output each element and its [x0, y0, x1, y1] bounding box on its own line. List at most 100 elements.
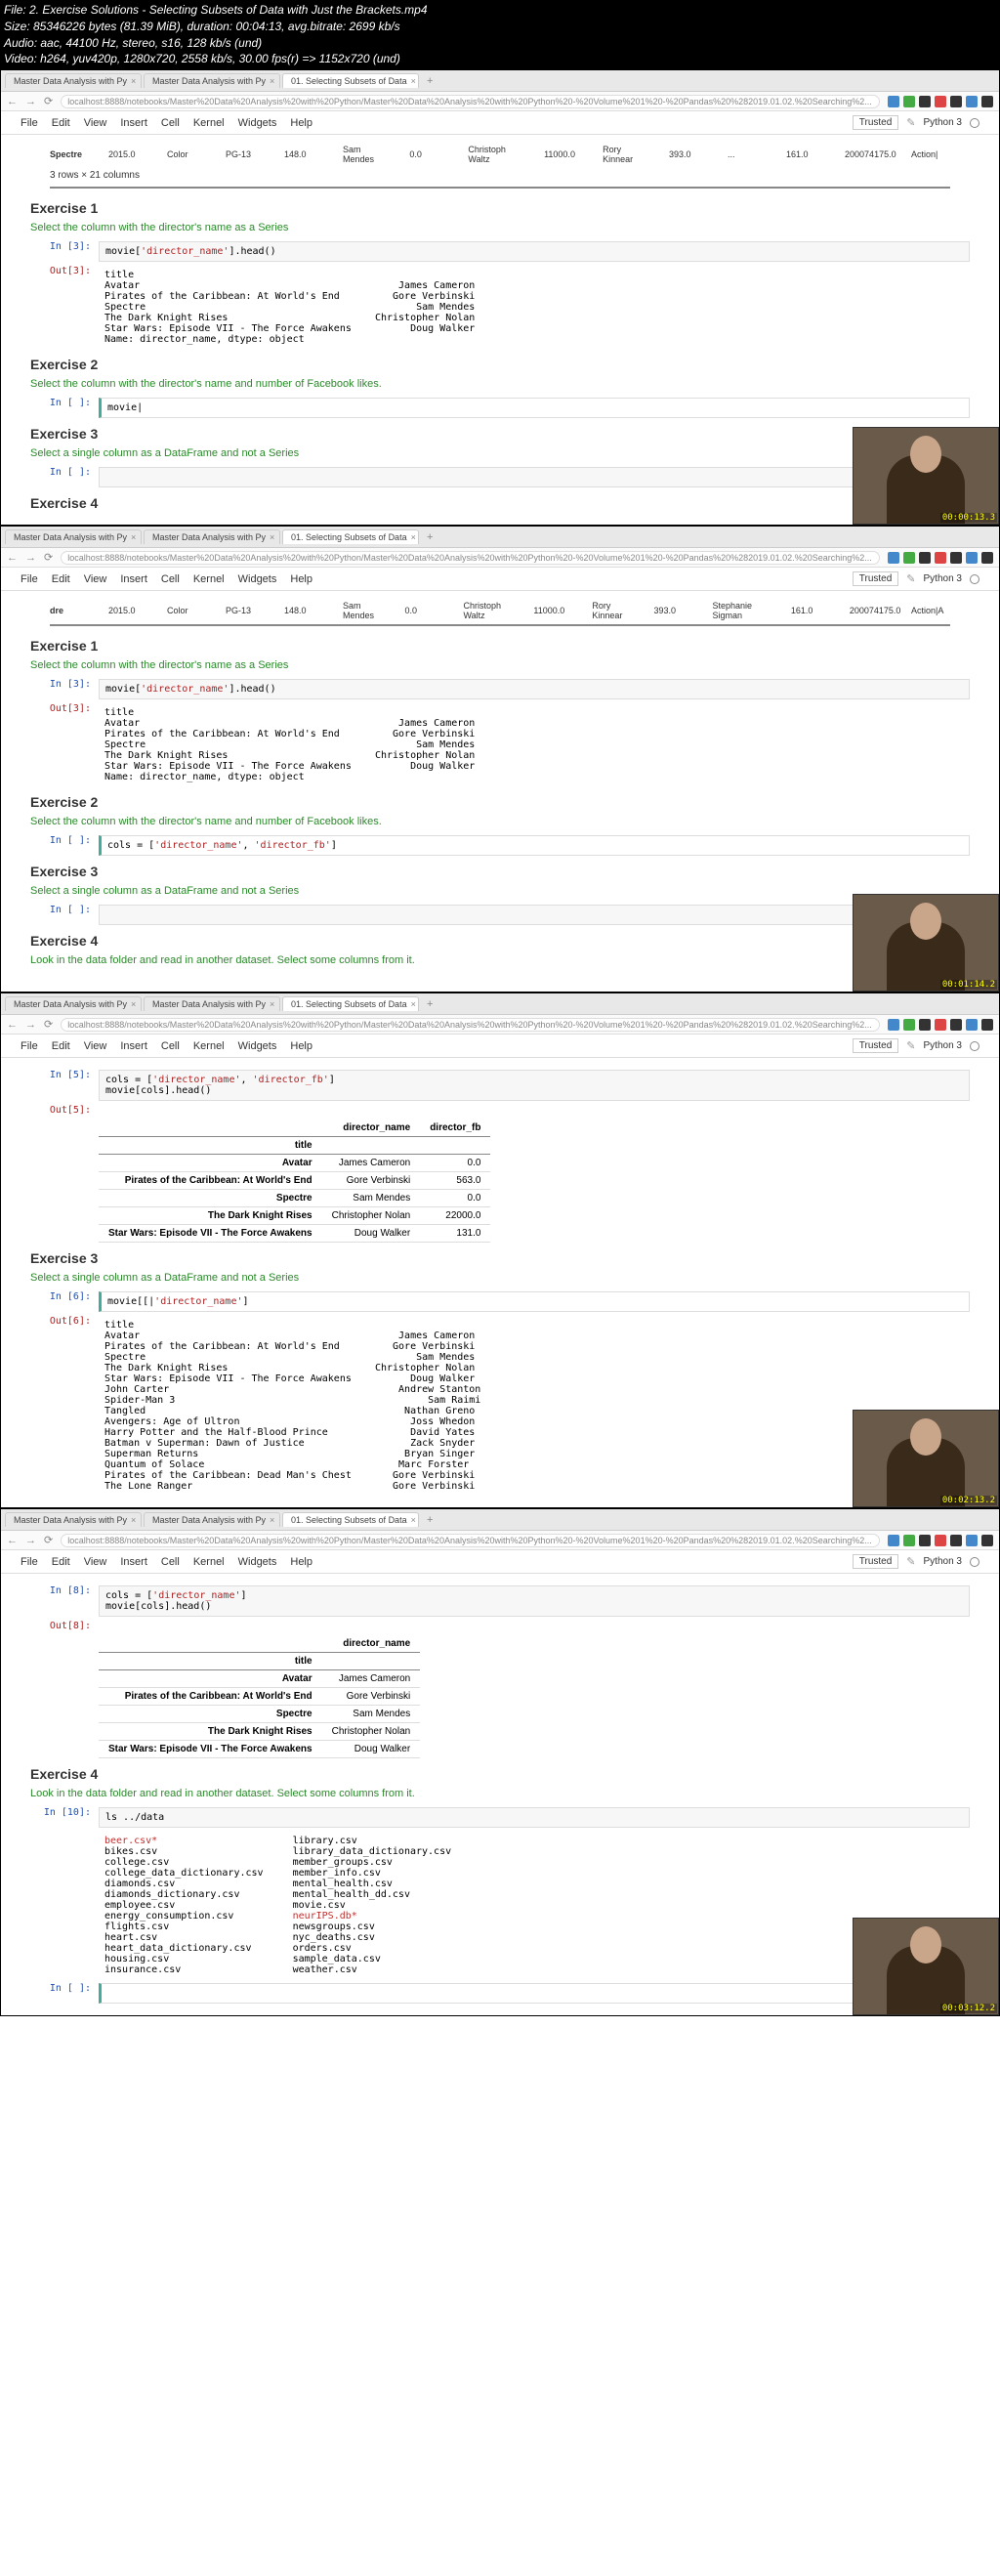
code-cell-in8[interactable]: In [8]: cols = ['director_name'] movie[c…: [30, 1585, 970, 1617]
tab-1[interactable]: Master Data Analysis with Py×: [5, 529, 142, 544]
table-row: Star Wars: Episode VII - The Force Awake…: [99, 1741, 420, 1758]
url-input[interactable]: localhost:8888/notebooks/Master%20Data%2…: [61, 551, 880, 565]
url-input[interactable]: localhost:8888/notebooks/Master%20Data%2…: [61, 95, 880, 108]
menu-widgets[interactable]: Widgets: [238, 573, 277, 585]
table-row: The Dark Knight RisesChristopher Nolan22…: [99, 1207, 490, 1225]
code-input[interactable]: [99, 905, 970, 925]
webcam-overlay: [853, 894, 999, 992]
reload-icon[interactable]: ⟳: [44, 551, 53, 564]
frame-4: Master Data Analysis with Py× Master Dat…: [0, 1508, 1000, 2016]
video-metadata: File: 2. Exercise Solutions - Selecting …: [0, 0, 1000, 69]
code-cell-in3[interactable]: In [3]: movie['director_name'].head(): [30, 679, 970, 699]
exercise-2-subtitle: Select the column with the director's na…: [30, 378, 970, 390]
exercise-4-subtitle: Look in the data folder and read in anot…: [30, 1788, 970, 1799]
exercise-1-subtitle: Select the column with the director's na…: [30, 222, 970, 233]
browser-tabs: Master Data Analysis with Py× Master Dat…: [1, 70, 999, 92]
code-input[interactable]: [99, 467, 970, 487]
code-cell-in3[interactable]: In [3]: movie['director_name'].head(): [30, 241, 970, 262]
exercise-3-subtitle: Select a single column as a DataFrame an…: [30, 1272, 970, 1284]
tab-1[interactable]: Master Data Analysis with Py×: [5, 73, 142, 88]
tab-3-active[interactable]: 01. Selecting Subsets of Data×: [282, 73, 419, 88]
exercise-3-subtitle: Select a single column as a DataFrame an…: [30, 885, 970, 897]
ext-icon[interactable]: [888, 96, 899, 107]
exercise-1-title: Exercise 1: [30, 200, 970, 216]
menu-help[interactable]: Help: [290, 573, 312, 585]
code-cell-active[interactable]: In [ ]: cols = ['director_name', 'direct…: [30, 835, 970, 856]
ext-icon[interactable]: [919, 96, 931, 107]
code-input[interactable]: cols = ['director_name'] movie[cols].hea…: [99, 1585, 970, 1617]
nav-back-icon[interactable]: ←: [7, 96, 18, 107]
ext-icon[interactable]: [903, 96, 915, 107]
frame-2: Master Data Analysis with Py× Master Dat…: [0, 526, 1000, 992]
menu-file[interactable]: File: [21, 573, 38, 585]
exercise-2-title: Exercise 2: [30, 357, 970, 372]
in-prompt: In [3]:: [30, 241, 99, 262]
nav-forward-icon[interactable]: →: [25, 552, 36, 564]
menu-cell[interactable]: Cell: [161, 573, 180, 585]
tab-2[interactable]: Master Data Analysis with Py×: [144, 529, 280, 544]
menu-help[interactable]: Help: [290, 117, 312, 129]
trusted-badge[interactable]: Trusted: [853, 115, 899, 130]
close-icon[interactable]: ×: [131, 76, 136, 86]
menu-kernel[interactable]: Kernel: [193, 117, 225, 129]
close-icon[interactable]: ×: [270, 76, 274, 86]
code-input[interactable]: cols = ['director_name', 'director_fb'] …: [99, 1070, 970, 1101]
reload-icon[interactable]: ⟳: [44, 95, 53, 107]
menu-file[interactable]: File: [21, 117, 38, 129]
table-row: AvatarJames Cameron0.0: [99, 1155, 490, 1172]
ext-icon[interactable]: [950, 96, 962, 107]
code-cell-empty[interactable]: In [ ]:: [30, 467, 970, 487]
code-input[interactable]: movie[[|'director_name']: [99, 1291, 970, 1312]
divider: [50, 187, 950, 189]
code-input[interactable]: movie['director_name'].head(): [99, 679, 970, 699]
code-cell-in10[interactable]: In [10]: ls ../data: [30, 1807, 970, 1828]
menu-edit[interactable]: Edit: [52, 573, 70, 585]
webcam-overlay: [853, 1918, 999, 2015]
code-input[interactable]: cols = ['director_name', 'director_fb']: [99, 835, 970, 856]
timestamp: 00:02:13.2: [940, 1496, 997, 1505]
ext-icon[interactable]: [966, 96, 978, 107]
timestamp: 00:03:12.2: [940, 2004, 997, 2013]
ext-icon[interactable]: [981, 96, 993, 107]
code-input[interactable]: movie['director_name'].head(): [99, 241, 970, 262]
code-cell-in5[interactable]: In [5]: cols = ['director_name', 'direct…: [30, 1070, 970, 1101]
menu-view[interactable]: View: [84, 573, 107, 585]
nav-forward-icon[interactable]: →: [25, 96, 36, 107]
new-tab-button[interactable]: +: [421, 75, 438, 87]
menu-edit[interactable]: Edit: [52, 117, 70, 129]
menu-widgets[interactable]: Widgets: [238, 117, 277, 129]
code-output: title Avatar James Cameron Pirates of th…: [99, 266, 970, 349]
nav-back-icon[interactable]: ←: [7, 552, 18, 564]
code-input[interactable]: movie|: [99, 398, 970, 418]
menu-cell[interactable]: Cell: [161, 117, 180, 129]
in-prompt: In [ ]:: [30, 467, 99, 487]
frame-3: Master Data Analysis with Py× Master Dat…: [0, 992, 1000, 1508]
menu-insert[interactable]: Insert: [120, 573, 147, 585]
code-cell-active[interactable]: In [ ]:: [30, 1983, 970, 2004]
exercise-4-title: Exercise 4: [30, 933, 970, 949]
code-cell-active[interactable]: In [ ]: movie|: [30, 398, 970, 418]
table-row: The Dark Knight RisesChristopher Nolan: [99, 1723, 420, 1741]
kernel-name[interactable]: Python 3: [924, 117, 962, 128]
pencil-icon[interactable]: ✎: [906, 116, 915, 129]
output-cell-ls: beer.csv*bikes.csvcollege.csvcollege_dat…: [30, 1832, 970, 1979]
exercise-2-subtitle: Select the column with the director's na…: [30, 816, 970, 827]
notebook-body: dre2015.0ColorPG-13148.0Sam Mendes0.0Chr…: [1, 591, 999, 992]
browser-tabs: Master Data Analysis with Py× Master Dat…: [1, 993, 999, 1015]
menu-kernel[interactable]: Kernel: [193, 573, 225, 585]
tab-3-active[interactable]: 01. Selecting Subsets of Data×: [282, 529, 419, 544]
close-icon[interactable]: ×: [411, 76, 416, 86]
ext-icon[interactable]: [935, 96, 946, 107]
output-cell-out6: Out[6]: title Avatar James Cameron Pirat…: [30, 1316, 970, 1496]
tab-2[interactable]: Master Data Analysis with Py×: [144, 73, 280, 88]
exercise-4-title: Exercise 4: [30, 495, 970, 511]
new-tab-button[interactable]: +: [421, 531, 438, 543]
code-input[interactable]: ls ../data: [99, 1807, 970, 1828]
frame-1: Master Data Analysis with Py× Master Dat…: [0, 69, 1000, 526]
url-bar: ← → ⟳ localhost:8888/notebooks/Master%20Da…: [1, 548, 999, 568]
menu-insert[interactable]: Insert: [120, 117, 147, 129]
code-input[interactable]: [99, 1983, 970, 2004]
code-cell-empty[interactable]: In [ ]:: [30, 905, 970, 925]
code-cell-in6[interactable]: In [6]: movie[[|'director_name']: [30, 1291, 970, 1312]
menu-view[interactable]: View: [84, 117, 107, 129]
